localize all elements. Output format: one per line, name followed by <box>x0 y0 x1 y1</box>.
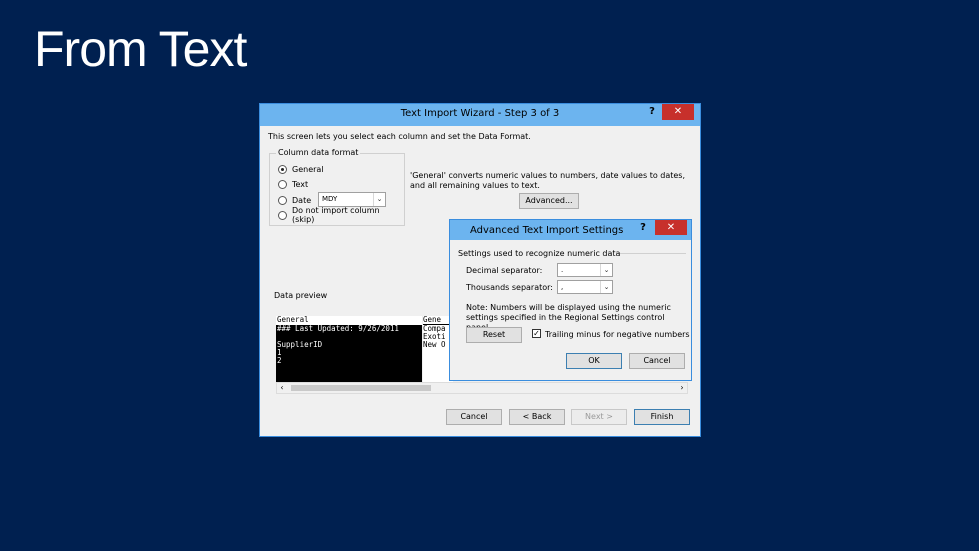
help-icon[interactable]: ? <box>636 222 650 236</box>
radio-general[interactable]: General <box>278 162 324 176</box>
radio-text[interactable]: Text <box>278 177 308 191</box>
preview-row: 2 <box>277 356 282 365</box>
thousands-separator-select[interactable]: , ⌄ <box>557 280 613 294</box>
preview-horizontal-scrollbar[interactable]: ‹ › <box>276 382 688 394</box>
trailing-minus-label: Trailing minus for negative numbers <box>545 330 690 339</box>
radio-text-label: Text <box>292 179 309 189</box>
trailing-minus-checkbox[interactable]: ✓ <box>532 329 541 338</box>
data-preview-label: Data preview <box>274 291 328 300</box>
finish-button[interactable]: Finish <box>634 409 690 425</box>
numeric-settings-heading: Settings used to recognize numeric data <box>458 249 621 258</box>
decimal-separator-value: . <box>561 266 564 274</box>
close-icon[interactable]: ✕ <box>662 104 694 120</box>
radio-general-button[interactable] <box>278 164 287 174</box>
preview-row: 1 <box>277 348 282 357</box>
chevron-down-icon: ⌄ <box>600 281 612 293</box>
column-format-legend: Column data format <box>276 148 361 157</box>
date-format-select[interactable]: MDY ⌄ <box>318 192 386 207</box>
close-icon[interactable]: ✕ <box>655 220 687 235</box>
radio-date-button[interactable] <box>278 195 287 205</box>
cancel-button[interactable]: Cancel <box>446 409 502 425</box>
chevron-down-icon: ⌄ <box>600 264 612 276</box>
column-format-group: Column data format General Text Date MDY… <box>269 148 405 226</box>
chevron-down-icon: ⌄ <box>373 193 385 206</box>
reset-button[interactable]: Reset <box>466 327 522 343</box>
section-divider <box>620 253 686 254</box>
scroll-left-icon[interactable]: ‹ <box>277 383 287 393</box>
advanced-title: Advanced Text Import Settings <box>470 225 624 236</box>
thousands-separator-label: Thousands separator: <box>466 283 553 292</box>
radio-date-label: Date <box>292 195 312 205</box>
advanced-titlebar[interactable]: Advanced Text Import Settings ? ✕ <box>450 220 691 240</box>
format-description: 'General' converts numeric values to num… <box>410 171 686 190</box>
radio-date[interactable]: Date <box>278 193 311 207</box>
radio-skip[interactable]: Do not import column (skip) <box>278 206 404 224</box>
wizard-titlebar[interactable]: Text Import Wizard - Step 3 of 3 ? ✕ <box>260 104 700 126</box>
help-icon[interactable]: ? <box>645 106 659 120</box>
preview-row: ### Last Updated: 9/26/2011 <box>277 324 399 333</box>
thousands-separator-value: , <box>561 283 564 291</box>
decimal-separator-label: Decimal separator: <box>466 266 543 275</box>
advanced-settings-dialog: Advanced Text Import Settings ? ✕ Settin… <box>449 219 692 381</box>
radio-skip-button[interactable] <box>278 210 287 220</box>
radio-general-label: General <box>292 164 324 174</box>
scrollbar-thumb[interactable] <box>291 385 431 391</box>
wizard-intro: This screen lets you select each column … <box>268 132 531 141</box>
data-preview-left-column[interactable]: General ### Last Updated: 9/26/2011 Supp… <box>276 316 422 382</box>
preview-row: SupplierID <box>277 340 323 349</box>
radio-skip-label: Do not import column (skip) <box>291 206 380 224</box>
back-button[interactable]: < Back <box>509 409 565 425</box>
date-format-value: MDY <box>322 195 338 203</box>
advanced-button[interactable]: Advanced... <box>519 193 579 209</box>
next-button[interactable]: Next > <box>571 409 627 425</box>
cancel-button[interactable]: Cancel <box>629 353 685 369</box>
ok-button[interactable]: OK <box>566 353 622 369</box>
slide-title: From Text <box>34 21 247 77</box>
radio-text-button[interactable] <box>278 179 287 189</box>
scroll-right-icon[interactable]: › <box>677 383 687 393</box>
wizard-title: Text Import Wizard - Step 3 of 3 <box>400 108 560 119</box>
decimal-separator-select[interactable]: . ⌄ <box>557 263 613 277</box>
